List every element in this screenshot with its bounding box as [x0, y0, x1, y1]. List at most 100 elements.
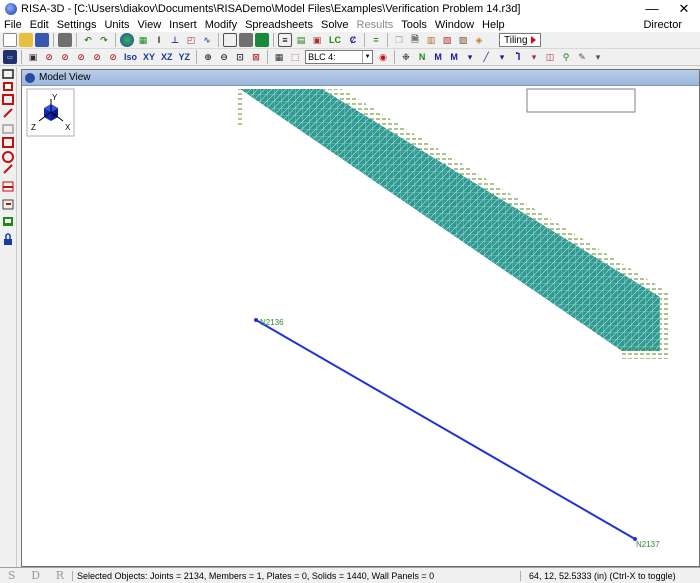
undo-icon[interactable]: ↶: [81, 33, 95, 47]
detail-icon[interactable]: ▨: [456, 33, 470, 47]
iso-view-button[interactable]: Iso: [124, 52, 137, 62]
risa-app-icon: [5, 3, 17, 15]
select-all-icon[interactable]: [2, 69, 14, 79]
new-view-icon[interactable]: ▭: [3, 50, 17, 64]
globe-icon[interactable]: [120, 33, 134, 47]
menu-settings[interactable]: Settings: [53, 18, 101, 32]
plate-icon[interactable]: ◰: [184, 33, 198, 47]
rotate-z-icon[interactable]: ⊘: [90, 50, 104, 64]
member-table-icon[interactable]: ▣: [310, 33, 324, 47]
unselect-icon[interactable]: [3, 82, 13, 91]
member-label-icon[interactable]: M: [431, 50, 445, 64]
rotate-x-icon[interactable]: ⊘: [58, 50, 72, 64]
xy-view-button[interactable]: XY: [143, 52, 155, 62]
model-canvas[interactable]: Y Z X N2136 N2137: [22, 87, 699, 566]
new-file-icon[interactable]: [3, 33, 17, 47]
yz-view-button[interactable]: YZ: [179, 52, 191, 62]
design-icon[interactable]: ▧: [440, 33, 454, 47]
zoom-extents-icon[interactable]: ⊠: [249, 50, 263, 64]
toggle-loads-icon[interactable]: ⬚: [288, 50, 302, 64]
stack-icon[interactable]: ◈: [472, 33, 486, 47]
load-toggle-icon[interactable]: ◉: [376, 50, 390, 64]
menu-spreadsheets[interactable]: Spreadsheets: [241, 18, 317, 32]
xz-view-button[interactable]: XZ: [161, 52, 173, 62]
lock-icon[interactable]: [4, 233, 12, 245]
save-icon[interactable]: [35, 33, 49, 47]
polygon-select-icon[interactable]: [2, 151, 14, 163]
table-icon[interactable]: ≡: [278, 33, 292, 47]
boundary-icon[interactable]: Ⴈ: [511, 50, 525, 64]
drawing-toolbar-icons: [2, 69, 14, 245]
load-case-select[interactable]: BLC 4: ▼: [305, 50, 374, 64]
draw-plate-icon[interactable]: ▾: [495, 50, 509, 64]
open-folder-icon[interactable]: [19, 33, 33, 47]
report-icon[interactable]: 🗎: [408, 33, 422, 47]
lc-icon[interactable]: LC: [326, 33, 344, 47]
menu-results[interactable]: Results: [353, 18, 398, 32]
toolbar-separator: [273, 33, 274, 47]
copy-icon[interactable]: ❐: [392, 33, 406, 47]
close-button[interactable]: ✕: [668, 0, 700, 18]
menu-insert[interactable]: Insert: [165, 18, 201, 32]
menu-help[interactable]: Help: [478, 18, 509, 32]
equals-icon[interactable]: =: [369, 33, 383, 47]
unline-select-icon[interactable]: [3, 164, 13, 174]
menu-file[interactable]: File: [0, 18, 26, 32]
brace-icon[interactable]: ⚲: [559, 50, 573, 64]
calculator-icon[interactable]: [255, 33, 269, 47]
load-icon[interactable]: ◫: [543, 50, 557, 64]
load-table-icon[interactable]: ▤: [294, 33, 308, 47]
results-icon[interactable]: ▥: [424, 33, 438, 47]
select-icon[interactable]: ⊘: [42, 50, 56, 64]
unselect-all-icon[interactable]: [2, 124, 14, 134]
node-label-icon[interactable]: N: [415, 50, 429, 64]
draw-member-icon[interactable]: ╱: [479, 50, 493, 64]
plate-label-icon[interactable]: ▾: [463, 50, 477, 64]
director-menu[interactable]: Director: [643, 19, 682, 31]
solid-mesh-beam[interactable]: [236, 89, 668, 359]
menu-window[interactable]: Window: [431, 18, 478, 32]
zoom-box-icon[interactable]: ⊡: [233, 50, 247, 64]
joint-start[interactable]: [254, 318, 258, 322]
line-select-icon[interactable]: [3, 108, 13, 118]
beam-icon[interactable]: ⊥: [168, 33, 182, 47]
zoom-in-icon[interactable]: ⊕: [201, 50, 215, 64]
model-view-window[interactable]: Model View Y Z X N2136 N2137: [21, 69, 700, 567]
model-view-titlebar[interactable]: Model View: [22, 70, 699, 86]
menu-solve[interactable]: Solve: [317, 18, 353, 32]
minimize-button[interactable]: —: [636, 0, 668, 18]
rotate-y-icon[interactable]: ⊘: [74, 50, 88, 64]
member-shape-icon[interactable]: I: [152, 33, 166, 47]
member-line[interactable]: [255, 319, 636, 540]
invert-select-icon[interactable]: [2, 181, 14, 192]
point-load-icon[interactable]: ▾: [527, 50, 541, 64]
member-m1[interactable]: N2136 N2137: [254, 318, 660, 549]
frame-icon[interactable]: [223, 33, 237, 47]
moment-icon[interactable]: M: [447, 50, 461, 64]
box-select-icon[interactable]: [2, 94, 14, 105]
more-icon[interactable]: ▾: [591, 50, 605, 64]
unbox-select-icon[interactable]: [2, 137, 14, 148]
print-icon[interactable]: [58, 33, 72, 47]
toolbar-separator: [53, 33, 54, 47]
display-options-icon[interactable]: ▦: [272, 50, 286, 64]
criteria-select-icon[interactable]: [2, 199, 14, 210]
pencil-icon[interactable]: ✎: [575, 50, 589, 64]
wave-icon[interactable]: ∿: [200, 33, 214, 47]
toolbar-separator: [364, 33, 365, 47]
model-icon[interactable]: ▣: [26, 50, 40, 64]
basic-load-icon[interactable]: Ȼ: [346, 33, 360, 47]
menu-units[interactable]: Units: [100, 18, 133, 32]
menu-view[interactable]: View: [134, 18, 166, 32]
redo-icon[interactable]: ↷: [97, 33, 111, 47]
save-selection-icon[interactable]: [3, 217, 13, 226]
rotate-w-icon[interactable]: ⊘: [106, 50, 120, 64]
menu-modify[interactable]: Modify: [201, 18, 241, 32]
grid-icon[interactable]: ▦: [136, 33, 150, 47]
rendering-icon[interactable]: ❉: [399, 50, 413, 64]
menu-edit[interactable]: Edit: [26, 18, 53, 32]
solids-icon[interactable]: [239, 33, 253, 47]
menu-tools[interactable]: Tools: [397, 18, 431, 32]
zoom-out-icon[interactable]: ⊖: [217, 50, 231, 64]
tiling-button[interactable]: Tiling: [499, 33, 541, 47]
